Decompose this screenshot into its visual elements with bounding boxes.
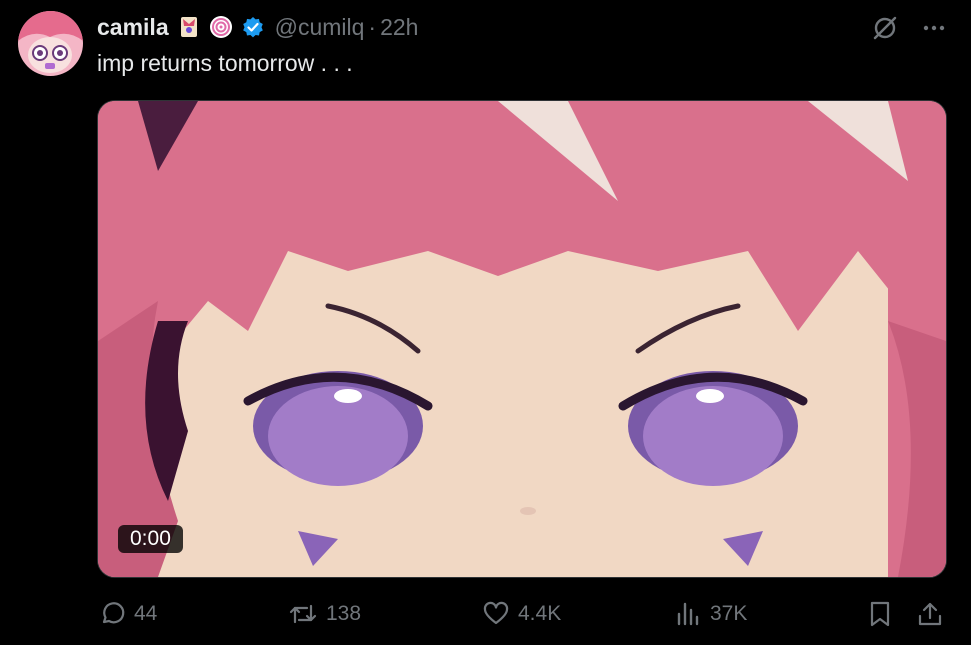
post-actions-bar: 44 138 4.4K 37K: [0, 592, 971, 636]
post-text: imp returns tomorrow . . .: [97, 50, 353, 76]
avatar-image: [18, 11, 83, 76]
video-frame-image: [98, 101, 946, 577]
more-icon[interactable]: [921, 15, 947, 46]
views-icon: [677, 602, 699, 626]
share-button[interactable]: [917, 592, 943, 636]
reply-count: 44: [134, 602, 158, 625]
like-button[interactable]: 4.4K: [482, 592, 561, 636]
like-count: 4.4K: [518, 602, 562, 625]
bookmark-button[interactable]: [868, 592, 892, 636]
video-timestamp: 0:00: [118, 525, 183, 553]
grok-icon[interactable]: [871, 14, 899, 47]
separator-dot: ·: [368, 13, 377, 40]
jester-emoji-icon: [177, 15, 201, 39]
share-icon: [918, 602, 942, 626]
swirl-emoji-icon: [209, 15, 233, 39]
verified-badge-icon[interactable]: [241, 15, 265, 39]
bookmark-icon: [870, 601, 890, 627]
video-player[interactable]: [97, 100, 947, 578]
post-top-actions: [871, 14, 947, 47]
repost-count: 138: [326, 602, 362, 625]
post-time[interactable]: 22h: [380, 14, 418, 41]
avatar[interactable]: [18, 11, 83, 76]
author-handle[interactable]: @cumilq: [275, 14, 365, 41]
views-count: 37K: [710, 602, 748, 625]
repost-icon: [289, 604, 317, 624]
post-header: camila @cumilq · 22h: [97, 12, 418, 42]
author-name[interactable]: camila: [97, 14, 169, 41]
like-icon: [483, 601, 509, 625]
repost-button[interactable]: 138: [288, 592, 361, 636]
reply-icon: [102, 602, 125, 624]
reply-button[interactable]: 44: [98, 592, 157, 636]
views-button[interactable]: 37K: [676, 592, 747, 636]
